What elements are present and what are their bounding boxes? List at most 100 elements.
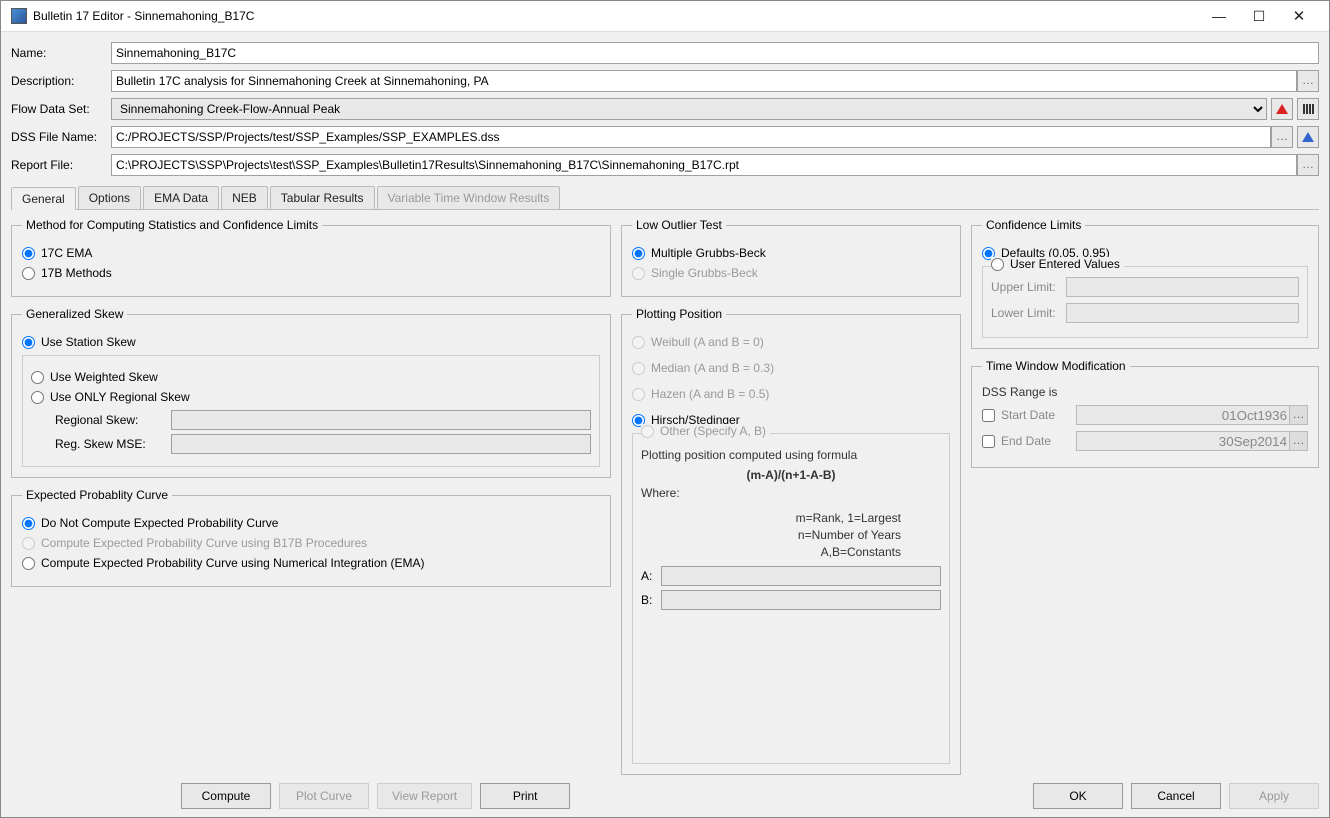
radio-17c-ema-input[interactable]: [22, 247, 35, 260]
close-button[interactable]: ✕: [1279, 7, 1319, 25]
pp-desc: m=Rank, 1=Largest n=Number of Years A,B=…: [641, 510, 941, 560]
start-date-input: [1076, 405, 1290, 425]
epc-legend: Expected Probablity Curve: [22, 488, 172, 502]
radio-single-grubbs: Single Grubbs-Beck: [632, 266, 950, 280]
radio-hazen-input: [632, 388, 645, 401]
low-outlier-legend: Low Outlier Test: [632, 218, 726, 232]
tab-strip: General Options EMA Data NEB Tabular Res…: [11, 186, 1319, 210]
skew-mse-label: Reg. Skew MSE:: [31, 437, 171, 451]
radio-epc-none-input[interactable]: [22, 517, 35, 530]
description-input[interactable]: [111, 70, 1297, 92]
tab-options[interactable]: Options: [78, 186, 141, 209]
radio-regional-skew-input[interactable]: [31, 391, 44, 404]
radio-epc-ema-input[interactable]: [22, 557, 35, 570]
dss-label: DSS File Name:: [11, 130, 111, 144]
pp-a-label: A:: [641, 569, 661, 583]
method-legend: Method for Computing Statistics and Conf…: [22, 218, 322, 232]
end-date-checkbox[interactable]: [982, 435, 995, 448]
cancel-button[interactable]: Cancel: [1131, 783, 1221, 809]
end-date-picker: …: [1290, 431, 1308, 451]
pp-info-text: Plotting position computed using formula: [641, 444, 941, 466]
plotting-legend: Plotting Position: [632, 307, 726, 321]
radio-weighted-skew[interactable]: Use Weighted Skew: [31, 370, 591, 384]
radio-user-values-input[interactable]: [991, 258, 1004, 271]
tab-ema-data[interactable]: EMA Data: [143, 186, 219, 209]
plot-curve-button: Plot Curve: [279, 783, 369, 809]
name-label: Name:: [11, 46, 111, 60]
report-file-input[interactable]: [111, 154, 1297, 176]
pp-where: Where:: [641, 482, 941, 504]
radio-weibull-input: [632, 336, 645, 349]
radio-other: Other (Specify A, B): [641, 424, 770, 438]
epc-group: Expected Probablity Curve Do Not Compute…: [11, 488, 611, 587]
view-report-button: View Report: [377, 783, 472, 809]
radio-station-skew-input[interactable]: [22, 336, 35, 349]
print-button[interactable]: Print: [480, 783, 570, 809]
radio-multiple-grubbs-input[interactable]: [632, 247, 645, 260]
regional-skew-label: Regional Skew:: [31, 413, 171, 427]
radio-weibull: Weibull (A and B = 0): [632, 335, 950, 349]
radio-17b-methods[interactable]: 17B Methods: [22, 266, 600, 280]
radio-epc-ema[interactable]: Compute Expected Probability Curve using…: [22, 556, 600, 570]
radio-median: Median (A and B = 0.3): [632, 361, 950, 375]
confidence-legend: Confidence Limits: [982, 218, 1085, 232]
description-more-button[interactable]: …: [1297, 70, 1319, 92]
radio-station-skew[interactable]: Use Station Skew: [22, 335, 600, 349]
method-group: Method for Computing Statistics and Conf…: [11, 218, 611, 297]
skew-sub-box: Use Weighted Skew Use ONLY Regional Skew…: [22, 355, 600, 467]
apply-button: Apply: [1229, 783, 1319, 809]
end-date-label: End Date: [1001, 434, 1076, 448]
radio-weighted-skew-input[interactable]: [31, 371, 44, 384]
radio-epc-b17b-input: [22, 537, 35, 550]
confidence-limits-group: Confidence Limits Defaults (0.05, 0.95) …: [971, 218, 1319, 349]
dss-file-input[interactable]: [111, 126, 1271, 148]
pp-b-label: B:: [641, 593, 661, 607]
table-icon: [1303, 104, 1314, 114]
description-label: Description:: [11, 74, 111, 88]
maximize-button[interactable]: ☐: [1239, 8, 1279, 25]
flow-data-select[interactable]: Sinnemahoning Creek-Flow-Annual Peak: [111, 98, 1267, 120]
start-date-label: Start Date: [1001, 408, 1076, 422]
lower-limit-label: Lower Limit:: [991, 306, 1066, 320]
table-flow-button[interactable]: [1297, 98, 1319, 120]
radio-regional-skew[interactable]: Use ONLY Regional Skew: [31, 390, 591, 404]
skew-legend: Generalized Skew: [22, 307, 127, 321]
radio-user-values[interactable]: User Entered Values: [991, 257, 1124, 271]
end-date-input: [1076, 431, 1290, 451]
radio-epc-none[interactable]: Do Not Compute Expected Probability Curv…: [22, 516, 600, 530]
time-window-legend: Time Window Modification: [982, 359, 1130, 373]
name-input[interactable]: [111, 42, 1319, 64]
skew-mse-input: [171, 434, 591, 454]
radio-epc-b17b: Compute Expected Probability Curve using…: [22, 536, 600, 550]
tab-neb[interactable]: NEB: [221, 186, 268, 209]
start-date-checkbox[interactable]: [982, 409, 995, 422]
window-title: Bulletin 17 Editor - Sinnemahoning_B17C: [33, 9, 1199, 23]
header-form: Name: Description: … Flow Data Set: Sinn…: [11, 42, 1319, 182]
plot-red-icon: [1276, 104, 1288, 114]
content-area: Name: Description: … Flow Data Set: Sinn…: [1, 32, 1329, 775]
app-icon: [11, 8, 27, 24]
minimize-button[interactable]: —: [1199, 8, 1239, 24]
time-window-group: Time Window Modification DSS Range is St…: [971, 359, 1319, 468]
dss-browse-button[interactable]: …: [1271, 126, 1293, 148]
report-label: Report File:: [11, 158, 111, 172]
radio-other-input: [641, 425, 654, 438]
pp-b-input: [661, 590, 941, 610]
plot-blue-icon: [1302, 132, 1314, 142]
radio-17b-methods-input[interactable]: [22, 267, 35, 280]
tab-tabular-results[interactable]: Tabular Results: [270, 186, 375, 209]
radio-17c-ema[interactable]: 17C EMA: [22, 246, 600, 260]
low-outlier-group: Low Outlier Test Multiple Grubbs-Beck Si…: [621, 218, 961, 297]
pp-a-input: [661, 566, 941, 586]
plot-flow-button[interactable]: [1271, 98, 1293, 120]
radio-hazen: Hazen (A and B = 0.5): [632, 387, 950, 401]
report-browse-button[interactable]: …: [1297, 154, 1319, 176]
start-date-picker: …: [1290, 405, 1308, 425]
ok-button[interactable]: OK: [1033, 783, 1123, 809]
radio-multiple-grubbs[interactable]: Multiple Grubbs-Beck: [632, 246, 950, 260]
tab-general[interactable]: General: [11, 187, 76, 210]
compute-button[interactable]: Compute: [181, 783, 271, 809]
dss-plot-button[interactable]: [1297, 126, 1319, 148]
upper-limit-label: Upper Limit:: [991, 280, 1066, 294]
radio-single-grubbs-input: [632, 267, 645, 280]
